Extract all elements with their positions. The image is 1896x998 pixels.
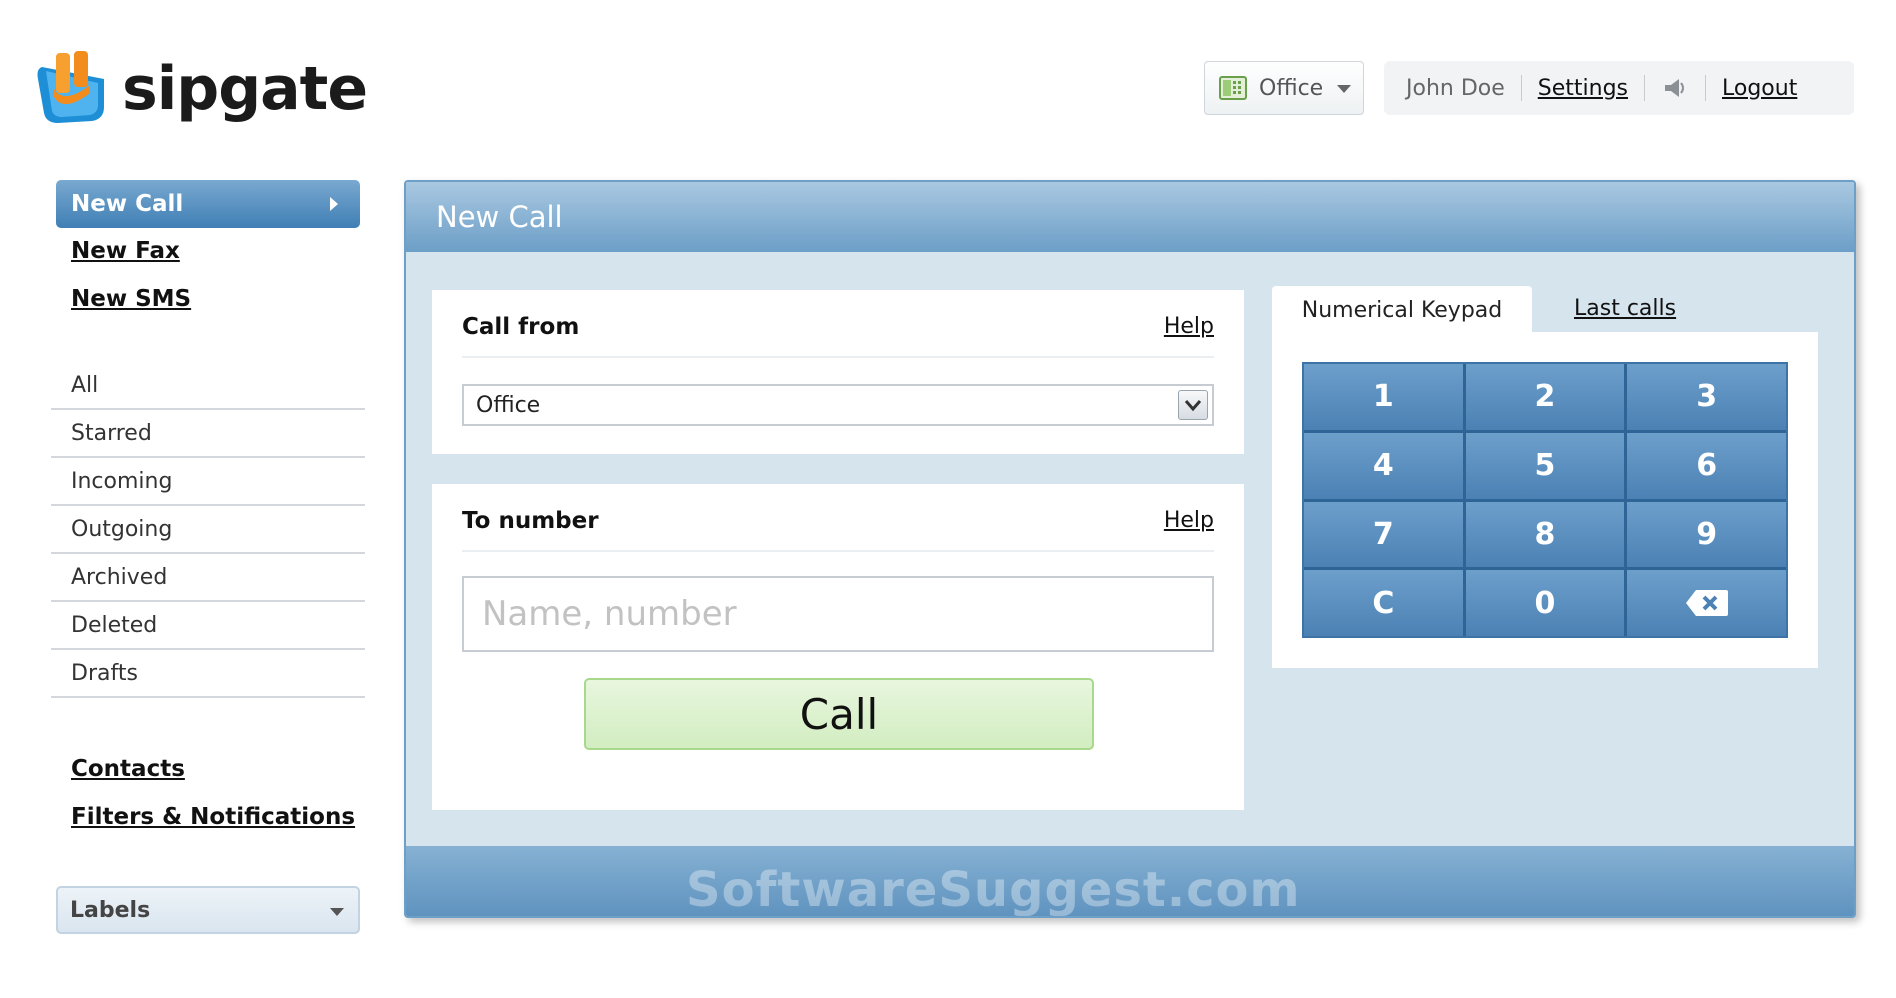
settings-link[interactable]: Settings [1538, 76, 1628, 101]
call-from-selected: Office [476, 392, 541, 418]
call-from-card: Call from Help Office [432, 290, 1244, 454]
key-backspace[interactable] [1627, 570, 1786, 636]
sidebar-new-call-label: New Call [71, 191, 184, 217]
user-bar: John Doe Settings Logout [1384, 61, 1854, 115]
divider [1644, 75, 1645, 101]
sidebar-new-call[interactable]: New Call [56, 180, 360, 228]
folder-incoming[interactable]: Incoming [51, 458, 365, 506]
divider [1520, 75, 1522, 101]
key-2[interactable]: 2 [1465, 364, 1625, 430]
folder-deleted[interactable]: Deleted [51, 602, 365, 650]
divider [462, 356, 1214, 358]
divider [462, 550, 1214, 552]
folder-starred[interactable]: Starred [51, 410, 365, 458]
key-6[interactable]: 6 [1627, 432, 1786, 499]
panel-footer: SoftwareSuggest.com [406, 846, 1854, 916]
to-number-title: To number [462, 508, 599, 534]
watermark: SoftwareSuggest.com [686, 862, 1301, 918]
brand-name: sipgate [122, 54, 368, 124]
call-from-help-link[interactable]: Help [1164, 314, 1214, 339]
device-select[interactable]: Office [1204, 61, 1364, 115]
user-name: John Doe [1406, 75, 1505, 101]
arrow-right-icon [330, 197, 338, 211]
key-4[interactable]: 4 [1304, 432, 1463, 499]
key-1[interactable]: 1 [1304, 364, 1463, 430]
keypad-card: 1 2 3 4 5 6 7 8 9 C 0 [1272, 332, 1818, 668]
speaker-icon[interactable] [1661, 75, 1689, 101]
panel-header: New Call [406, 182, 1854, 252]
sidebar-new-sms[interactable]: New SMS [71, 286, 191, 312]
folder-drafts[interactable]: Drafts [51, 650, 365, 698]
new-call-panel: New Call Call from Help Office To number… [404, 180, 1856, 918]
tab-last-calls[interactable]: Last calls [1574, 296, 1676, 321]
chevron-down-icon [1178, 390, 1208, 420]
labels-dropdown[interactable]: Labels [56, 886, 360, 934]
to-number-card: To number Help Call [432, 484, 1244, 810]
call-button[interactable]: Call [584, 678, 1094, 750]
divider [1705, 75, 1706, 101]
to-number-input[interactable] [462, 576, 1214, 652]
tab-numerical-keypad[interactable]: Numerical Keypad [1272, 286, 1532, 334]
folder-list: All Starred Incoming Outgoing Archived D… [51, 362, 365, 698]
page-title: New Call [436, 200, 563, 234]
key-clear[interactable]: C [1304, 570, 1463, 636]
device-select-label: Office [1259, 75, 1324, 101]
sidebar-filters-notifications[interactable]: Filters & Notifications [71, 804, 355, 830]
sidebar-new-fax[interactable]: New Fax [71, 238, 180, 264]
chevron-down-icon [1337, 85, 1352, 93]
key-7[interactable]: 7 [1304, 501, 1463, 568]
call-from-select[interactable]: Office [462, 384, 1214, 426]
backspace-icon [1684, 588, 1730, 618]
sipgate-logo-icon [37, 51, 104, 123]
key-8[interactable]: 8 [1465, 501, 1625, 568]
key-5[interactable]: 5 [1465, 432, 1625, 499]
key-3[interactable]: 3 [1627, 364, 1786, 430]
labels-dropdown-label: Labels [70, 897, 151, 923]
key-0[interactable]: 0 [1465, 570, 1625, 636]
folder-outgoing[interactable]: Outgoing [51, 506, 365, 554]
sipgate-logo[interactable]: sipgate [34, 46, 368, 132]
folder-all[interactable]: All [51, 362, 365, 410]
sidebar-contacts[interactable]: Contacts [71, 756, 185, 782]
numeric-keypad: 1 2 3 4 5 6 7 8 9 C 0 [1302, 362, 1788, 638]
logout-link[interactable]: Logout [1722, 76, 1797, 101]
folder-archived[interactable]: Archived [51, 554, 365, 602]
chevron-down-icon [330, 908, 344, 916]
key-9[interactable]: 9 [1627, 501, 1786, 568]
phone-icon [1219, 76, 1247, 100]
to-number-help-link[interactable]: Help [1164, 508, 1214, 533]
call-from-title: Call from [462, 314, 580, 340]
